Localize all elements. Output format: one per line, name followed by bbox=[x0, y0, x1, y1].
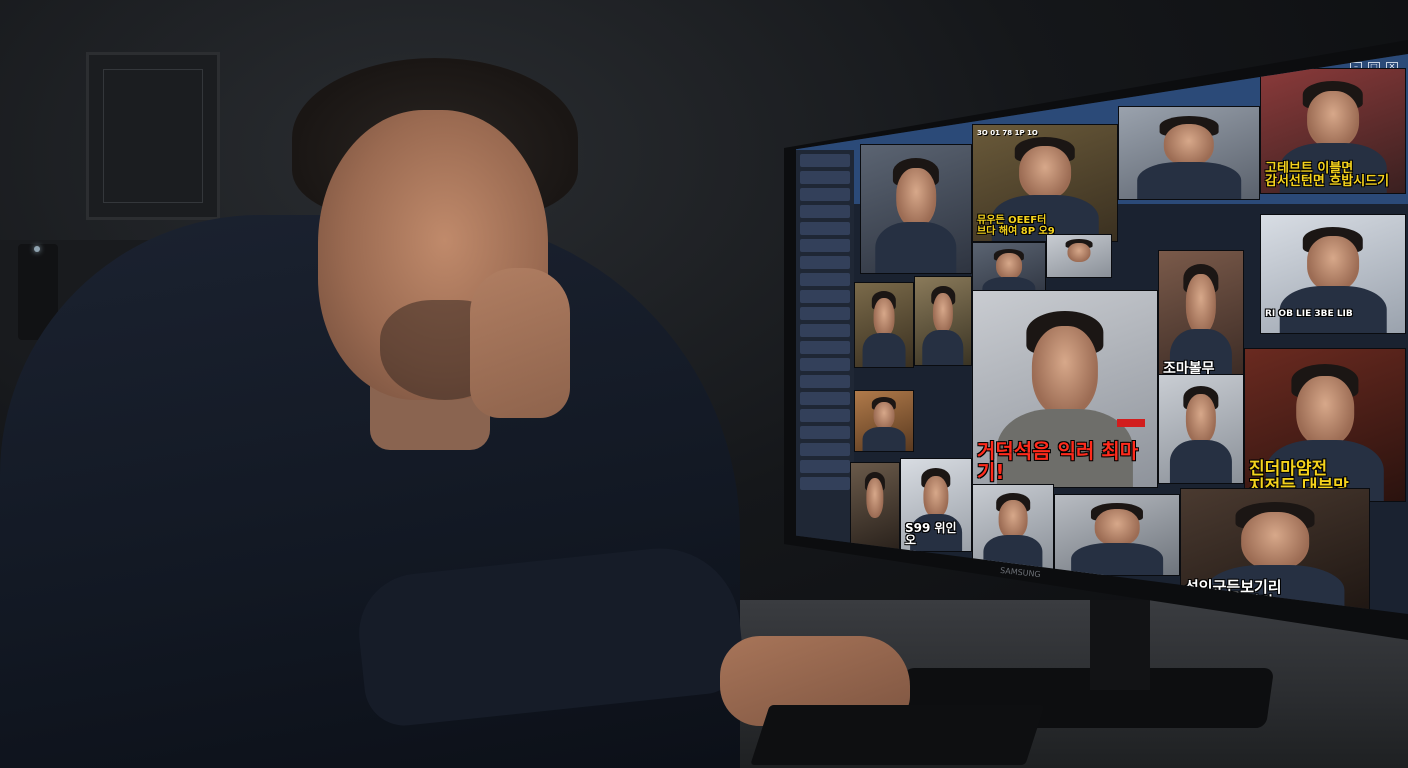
person bbox=[0, 0, 760, 768]
sidebar-item[interactable] bbox=[800, 460, 850, 473]
thumb-face bbox=[996, 253, 1022, 279]
thumb-caption: RI OB LIE 3BE LIB bbox=[1265, 308, 1353, 319]
sidebar-item[interactable] bbox=[800, 324, 850, 337]
thumb-face bbox=[1067, 242, 1091, 262]
thumb-body bbox=[1169, 439, 1233, 483]
thumb-face bbox=[998, 500, 1028, 539]
thumb-body bbox=[1071, 543, 1163, 575]
video-thumbnail[interactable] bbox=[1158, 374, 1244, 484]
sidebar-item[interactable] bbox=[800, 477, 850, 490]
thumb-caption: S99 위인오 bbox=[905, 520, 957, 548]
monitor-screen: – □ ✕ 3O 01 78 1P 1O 뮤우든 OEEF터 브다 해여 8P 오… bbox=[796, 54, 1408, 614]
thumb-caption: 고테브트 이블면 감서선턴면 흐밥시드기 bbox=[1265, 160, 1390, 190]
sidebar-item[interactable] bbox=[800, 341, 850, 354]
sidebar-item[interactable] bbox=[800, 290, 850, 303]
hand-on-cheek bbox=[470, 268, 570, 418]
sidebar-item[interactable] bbox=[800, 154, 850, 167]
thumb-face bbox=[1094, 509, 1140, 547]
sidebar-item[interactable] bbox=[800, 239, 850, 252]
video-thumbnail[interactable] bbox=[1118, 106, 1260, 200]
featured-video[interactable]: 거덕석음 익러 최마기! bbox=[972, 290, 1158, 488]
video-thumbnail[interactable]: S99 위인오 bbox=[900, 458, 972, 552]
thumb-face bbox=[1031, 326, 1099, 417]
sidebar-item[interactable] bbox=[800, 222, 850, 235]
video-thumbnail[interactable] bbox=[1054, 494, 1180, 576]
video-thumbnail[interactable] bbox=[854, 390, 914, 452]
thumb-face bbox=[873, 401, 895, 430]
sidebar-item[interactable] bbox=[800, 375, 850, 388]
video-thumbnail[interactable]: 3O 01 78 1P 1O 뮤우든 OEEF터 브다 해여 8P 오9 bbox=[972, 124, 1118, 242]
video-thumbnail[interactable] bbox=[854, 282, 914, 368]
thumb-body bbox=[862, 427, 906, 451]
keyboard bbox=[750, 705, 1045, 765]
thumb-face bbox=[1185, 274, 1217, 335]
thumb-face bbox=[896, 168, 936, 227]
video-thumbnail[interactable] bbox=[914, 276, 972, 366]
thumb-caption: 거덕석음 익러 최마기! bbox=[977, 439, 1139, 484]
thumb-body bbox=[875, 221, 957, 273]
thumb-face bbox=[923, 475, 949, 518]
sidebar-item[interactable] bbox=[800, 273, 850, 286]
thumb-face bbox=[932, 292, 954, 334]
sidebar-item[interactable] bbox=[800, 358, 850, 371]
thumb-body bbox=[1137, 162, 1241, 199]
monitor-stand bbox=[1090, 600, 1150, 690]
thumb-body bbox=[922, 329, 964, 365]
sidebar-item[interactable] bbox=[800, 307, 850, 320]
thumb-face bbox=[866, 478, 884, 519]
sidebar-item[interactable] bbox=[800, 409, 850, 422]
sidebar-item[interactable] bbox=[800, 171, 850, 184]
sidebar-item[interactable] bbox=[800, 426, 850, 439]
thumb-body bbox=[862, 333, 906, 367]
live-tag bbox=[1117, 419, 1145, 427]
thumb-face bbox=[1296, 376, 1354, 447]
thumb-face bbox=[1185, 394, 1217, 445]
video-thumbnail[interactable] bbox=[972, 484, 1054, 570]
sidebar bbox=[796, 150, 854, 570]
thumb-face bbox=[1307, 236, 1359, 291]
sidebar-item[interactable] bbox=[800, 188, 850, 201]
thumb-face bbox=[1241, 511, 1309, 570]
thumb-face bbox=[1307, 91, 1359, 149]
sidebar-item[interactable] bbox=[800, 392, 850, 405]
thumb-face bbox=[1019, 145, 1071, 200]
thumb-face bbox=[873, 298, 895, 337]
video-thumbnail[interactable] bbox=[850, 462, 900, 550]
video-thumbnail[interactable]: RI OB LIE 3BE LIB bbox=[1260, 214, 1406, 334]
video-thumbnail[interactable] bbox=[860, 144, 972, 274]
video-thumbnail[interactable]: 고테브트 이블면 감서선턴면 흐밥시드기 bbox=[1260, 68, 1406, 194]
thumb-face bbox=[1163, 123, 1215, 166]
video-thumbnail[interactable] bbox=[1046, 234, 1112, 278]
sidebar-item[interactable] bbox=[800, 205, 850, 218]
sidebar-item[interactable] bbox=[800, 443, 850, 456]
thumb-top-text: 3O 01 78 1P 1O bbox=[977, 129, 1038, 137]
video-thumbnail[interactable]: 조마볼무 bbox=[1158, 250, 1244, 382]
video-thumbnail[interactable]: 진더마얌전지전든 대부망 bbox=[1244, 348, 1406, 502]
sidebar-item[interactable] bbox=[800, 256, 850, 269]
